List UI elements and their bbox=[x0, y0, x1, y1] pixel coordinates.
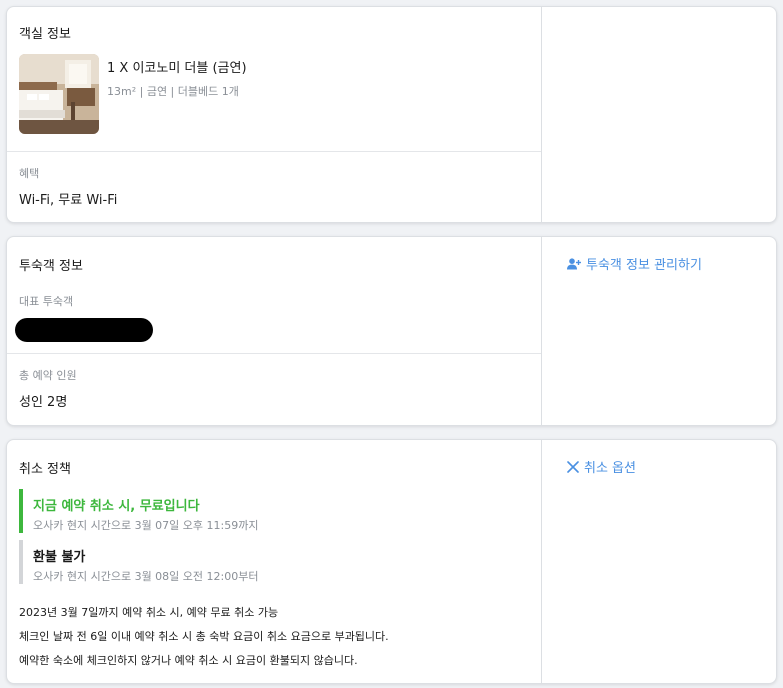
divider bbox=[7, 151, 541, 152]
cancel-option-label: 취소 옵션 bbox=[584, 461, 636, 476]
cancel-section-title: 취소 정책 bbox=[19, 462, 71, 477]
room-section-title: 객실 정보 bbox=[19, 27, 71, 42]
cancel-side-panel: 취소 옵션 bbox=[542, 440, 776, 683]
primary-guest-label: 대표 투숙객 bbox=[19, 295, 74, 308]
total-guests-label: 총 예약 인원 bbox=[19, 369, 77, 382]
guest-side-panel: 투숙객 정보 관리하기 bbox=[542, 237, 776, 425]
redacted-guest-name bbox=[15, 318, 153, 342]
policy-non-refundable-title: 환불 불가 bbox=[33, 550, 86, 565]
policy-free-cancel: 지금 예약 취소 시, 무료입니다 오사카 현지 시간으로 3월 07일 오후 … bbox=[19, 489, 519, 533]
benefits-value: Wi-Fi, 무료 Wi-Fi bbox=[19, 193, 118, 208]
total-guests-value: 성인 2명 bbox=[19, 395, 68, 410]
cancellation-policy-card: 취소 정책 지금 예약 취소 시, 무료입니다 오사카 현지 시간으로 3월 0… bbox=[6, 439, 777, 684]
user-plus-icon bbox=[567, 257, 581, 270]
room-side-panel bbox=[542, 7, 776, 222]
policy-free-cancel-title: 지금 예약 취소 시, 무료입니다 bbox=[33, 499, 200, 514]
guest-info-card: 투숙객 정보 대표 투숙객 총 예약 인원 성인 2명 투숙객 정보 관리하기 bbox=[6, 236, 777, 426]
cancel-option-link[interactable]: 취소 옵션 bbox=[567, 457, 636, 476]
manage-guest-link[interactable]: 투숙객 정보 관리하기 bbox=[567, 254, 702, 273]
guest-section-title: 투숙객 정보 bbox=[19, 259, 83, 274]
benefits-label: 혜택 bbox=[19, 167, 40, 180]
room-name: 1 X 이코노미 더블 (금연) bbox=[107, 61, 247, 76]
room-thumbnail-image[interactable] bbox=[19, 54, 99, 134]
room-spec: 13m² | 금연 | 더블베드 1개 bbox=[107, 85, 239, 98]
policy-non-refundable: 환불 불가 오사카 현지 시간으로 3월 08일 오전 12:00부터 bbox=[19, 540, 519, 584]
policy-note: 2023년 3월 7일까지 예약 취소 시, 예약 무료 취소 가능 bbox=[19, 606, 279, 619]
policy-note: 체크인 날짜 전 6일 이내 예약 취소 시 총 숙박 요금이 취소 요금으로 … bbox=[19, 630, 389, 643]
close-icon bbox=[567, 460, 579, 473]
divider bbox=[7, 353, 541, 354]
manage-guest-label: 투숙객 정보 관리하기 bbox=[586, 258, 702, 273]
policy-non-refundable-detail: 오사카 현지 시간으로 3월 08일 오전 12:00부터 bbox=[33, 570, 259, 583]
policy-free-cancel-detail: 오사카 현지 시간으로 3월 07일 오후 11:59까지 bbox=[33, 519, 259, 532]
policy-note: 예약한 숙소에 체크인하지 않거나 예약 취소 시 요금이 환불되지 않습니다. bbox=[19, 654, 358, 667]
room-info-card: 객실 정보 1 X 이코노미 더블 (금연) 13m² | 금연 | 더블베드 … bbox=[6, 6, 777, 223]
